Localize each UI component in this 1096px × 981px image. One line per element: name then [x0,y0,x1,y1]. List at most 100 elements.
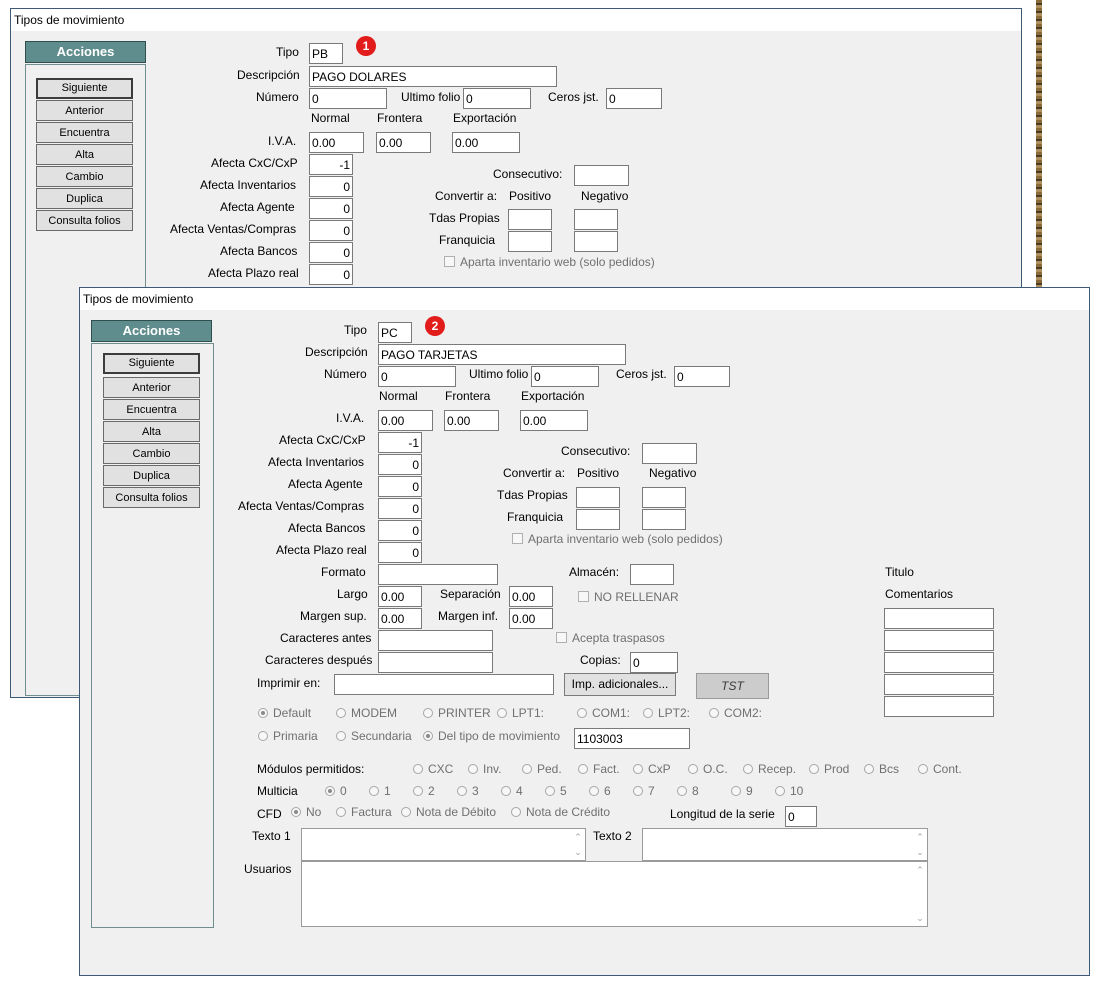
encuentra-button[interactable]: Encuentra [103,399,200,420]
modulo-inv-checkbox[interactable]: Inv. [468,762,501,776]
multicia-2-radio[interactable]: 2 [413,784,435,798]
scroll-down-icon[interactable]: ⌄ [913,912,927,924]
modulo-bcs-checkbox[interactable]: Bcs [864,762,899,776]
almacen-input[interactable] [630,564,674,585]
multicia-9-radio[interactable]: 9 [731,784,753,798]
multicia-5-radio[interactable]: 5 [545,784,567,798]
consulta-folios-button[interactable]: Consulta folios [103,487,200,508]
scroll-up-icon[interactable]: ⌃ [913,864,927,876]
franquicia-positivo-input[interactable] [508,231,552,252]
aparta-checkbox[interactable]: Aparta inventario web (solo pedidos) [444,255,655,269]
radio-default[interactable]: Default [258,706,311,720]
texto1-textarea[interactable]: ⌃ ⌄ [301,828,586,861]
aparta-checkbox[interactable]: Aparta inventario web (solo pedidos) [512,532,723,546]
multicia-0-radio[interactable]: 0 [325,784,347,798]
multicia-10-radio[interactable]: 10 [775,784,803,798]
tdas-negativo-input[interactable] [574,209,618,230]
afecta-bancos-input[interactable]: 0 [309,242,353,263]
tipo-input[interactable]: PC [378,322,412,343]
comentarios-input-5[interactable] [884,696,994,717]
multicia-4-radio[interactable]: 4 [501,784,523,798]
usuarios-textarea[interactable]: ⌃ ⌄ [301,861,928,927]
afecta-ventas-input[interactable]: 0 [309,220,353,241]
modulo-cxp-checkbox[interactable]: CxP [633,762,671,776]
tst-button[interactable]: TST [696,673,769,699]
caracteres-antes-input[interactable] [378,630,493,651]
cambio-button[interactable]: Cambio [36,166,133,187]
scroll-down-icon[interactable]: ⌄ [571,846,585,858]
radio-modem[interactable]: MODEM [336,706,397,720]
multicia-8-radio[interactable]: 8 [677,784,699,798]
ultimo-folio-input[interactable]: 0 [531,366,599,387]
comentarios-input-4[interactable] [884,674,994,695]
iva-exportacion-input[interactable]: 0.00 [452,132,520,153]
modulo-cxc-checkbox[interactable]: CXC [413,762,453,776]
numero-input[interactable]: 0 [378,366,456,387]
descripcion-input[interactable]: PAGO TARJETAS [378,344,626,365]
afecta-inventarios-input[interactable]: 0 [378,454,422,475]
radio-com1[interactable]: COM1: [577,706,630,720]
franquicia-positivo-input[interactable] [576,509,620,530]
afecta-ventas-input[interactable]: 0 [378,498,422,519]
radio-printer[interactable]: PRINTER [423,706,491,720]
consecutivo-input[interactable] [642,443,697,464]
multicia-7-radio[interactable]: 7 [633,784,655,798]
comentarios-input-1[interactable] [884,608,994,629]
comentarios-input-3[interactable] [884,652,994,673]
siguiente-button[interactable]: Siguiente [36,78,133,99]
cambio-button[interactable]: Cambio [103,443,200,464]
tipo-movimiento-input[interactable]: 1103003 [574,728,690,749]
imp-adicionales-button[interactable]: Imp. adicionales... [564,673,676,696]
descripcion-input[interactable]: PAGO DOLARES [309,66,557,87]
duplica-button[interactable]: Duplica [36,188,133,209]
scroll-up-icon[interactable]: ⌃ [913,831,927,843]
acepta-traspasos-checkbox[interactable]: Acepta traspasos [556,631,665,645]
franquicia-negativo-input[interactable] [642,509,686,530]
margen-sup-input[interactable]: 0.00 [378,608,422,629]
modulo-ped-checkbox[interactable]: Ped. [522,762,562,776]
cfd-factura-radio[interactable]: Factura [336,805,392,819]
ceros-input[interactable]: 0 [606,88,662,109]
alta-button[interactable]: Alta [103,421,200,442]
imprimir-en-input[interactable] [334,674,554,695]
duplica-button[interactable]: Duplica [103,465,200,486]
iva-normal-input[interactable]: 0.00 [309,132,364,153]
iva-frontera-input[interactable]: 0.00 [444,410,499,431]
radio-lpt2[interactable]: LPT2: [643,706,690,720]
formato-input[interactable] [378,564,498,585]
anterior-button[interactable]: Anterior [103,377,200,398]
ultimo-folio-input[interactable]: 0 [463,88,531,109]
numero-input[interactable]: 0 [309,88,387,109]
iva-normal-input[interactable]: 0.00 [378,410,433,431]
tdas-positivo-input[interactable] [576,487,620,508]
cfd-no-radio[interactable]: No [291,805,321,819]
no-rellenar-checkbox[interactable]: NO RELLENAR [578,590,679,604]
radio-com2[interactable]: COM2: [709,706,762,720]
multicia-6-radio[interactable]: 6 [589,784,611,798]
modulo-cont-checkbox[interactable]: Cont. [918,762,962,776]
anterior-button[interactable]: Anterior [36,100,133,121]
encuentra-button[interactable]: Encuentra [36,122,133,143]
alta-button[interactable]: Alta [36,144,133,165]
afecta-inventarios-input[interactable]: 0 [309,176,353,197]
texto2-textarea[interactable]: ⌃ ⌄ [642,828,928,861]
radio-primaria[interactable]: Primaria [258,729,318,743]
afecta-cxc-input[interactable]: -1 [378,432,422,453]
consecutivo-input[interactable] [574,165,629,186]
siguiente-button[interactable]: Siguiente [103,353,200,374]
separacion-input[interactable]: 0.00 [509,586,553,607]
margen-inf-input[interactable]: 0.00 [509,608,553,629]
modulo-recep-checkbox[interactable]: Recep. [743,762,796,776]
modulo-fact-checkbox[interactable]: Fact. [578,762,620,776]
scroll-up-icon[interactable]: ⌃ [571,831,585,843]
franquicia-negativo-input[interactable] [574,231,618,252]
afecta-agente-input[interactable]: 0 [309,198,353,219]
tipo-input[interactable]: PB [309,43,343,64]
scroll-down-icon[interactable]: ⌄ [913,846,927,858]
afecta-agente-input[interactable]: 0 [378,476,422,497]
copias-input[interactable]: 0 [630,652,678,673]
comentarios-input-2[interactable] [884,630,994,651]
caracteres-despues-input[interactable] [378,652,493,673]
scrollbar[interactable]: ⌃ ⌄ [913,829,927,860]
consulta-folios-button[interactable]: Consulta folios [36,210,133,231]
